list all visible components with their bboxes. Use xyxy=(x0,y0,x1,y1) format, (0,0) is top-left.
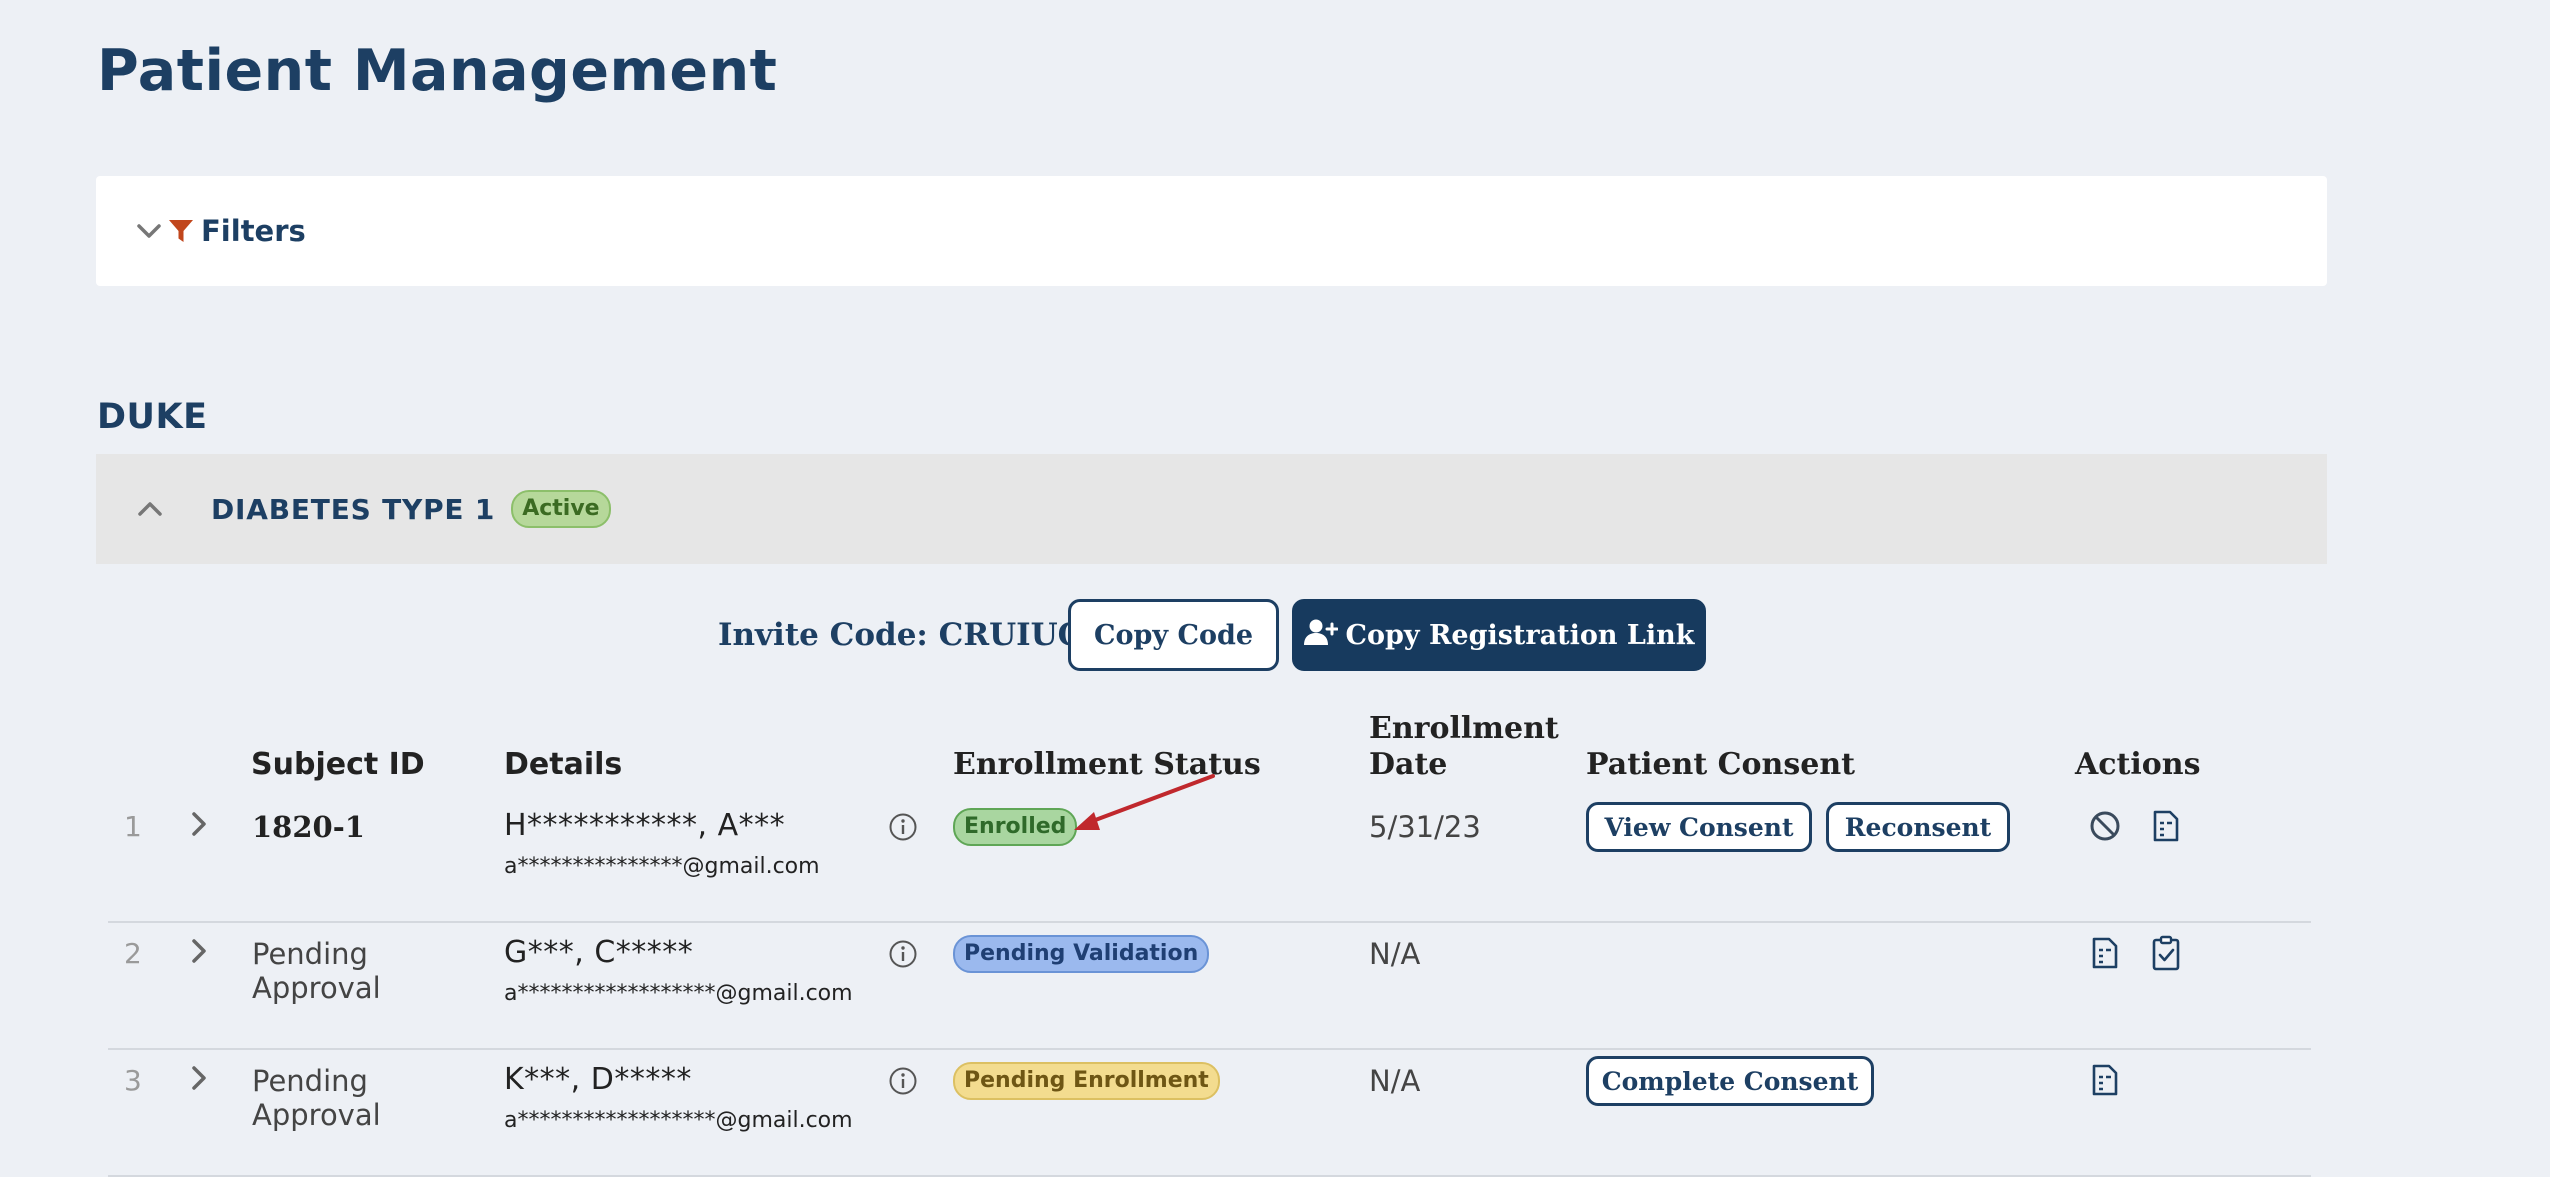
table-row: 1 1820-1 H***********, A*** a***********… xyxy=(108,774,2311,923)
invite-code-label: Invite Code: CRUIUO xyxy=(718,617,1085,653)
copy-code-button[interactable]: Copy Code xyxy=(1068,599,1279,671)
subject-id-line2: Approval xyxy=(252,1098,381,1132)
copy-registration-link-label: Copy Registration Link xyxy=(1345,619,1695,651)
annotation-arrow-icon xyxy=(1074,774,1215,830)
info-icon[interactable] xyxy=(888,1066,918,1096)
header-actions: Actions xyxy=(2075,747,2201,782)
chevron-up-icon[interactable] xyxy=(134,493,166,525)
chevron-right-icon[interactable] xyxy=(184,1060,214,1096)
enrollment-status: Pending Enrollment xyxy=(953,1062,1220,1100)
table-row: 3 Pending Approval K***, D***** a*******… xyxy=(108,1048,2311,1177)
row-number: 3 xyxy=(124,1064,142,1097)
subject-id: 1820-1 xyxy=(252,810,365,844)
info-icon[interactable] xyxy=(888,939,918,969)
reconsent-button[interactable]: Reconsent xyxy=(1826,802,2010,852)
document-icon[interactable] xyxy=(2087,933,2123,973)
header-enrollment-date[interactable]: Enrollment Date xyxy=(1369,711,1559,783)
row-number: 1 xyxy=(124,810,142,843)
filters-label[interactable]: Filters xyxy=(201,214,306,248)
subject-id-line2: Approval xyxy=(252,971,381,1005)
info-icon[interactable] xyxy=(888,812,918,842)
patient-email: a******************@gmail.com xyxy=(504,1108,853,1133)
patient-name: K***, D***** xyxy=(504,1062,692,1097)
patient-name: G***, C***** xyxy=(504,935,694,970)
row-number: 2 xyxy=(124,937,142,970)
patient-name: H***********, A*** xyxy=(504,808,786,843)
enrollment-status: Enrolled xyxy=(953,808,1078,846)
program-status-badge: Active xyxy=(511,490,611,528)
chevron-right-icon[interactable] xyxy=(184,933,214,969)
funnel-icon xyxy=(167,217,195,245)
status-badge: Pending Validation xyxy=(953,935,1210,973)
enrollment-date: N/A xyxy=(1369,1064,1421,1098)
status-badge: Pending Enrollment xyxy=(953,1062,1220,1100)
document-icon[interactable] xyxy=(2148,806,2184,846)
user-plus-icon xyxy=(1303,618,1346,653)
enrollment-date: 5/31/23 xyxy=(1369,810,1481,844)
enrollment-date: N/A xyxy=(1369,937,1421,971)
subject-id-line1: Pending xyxy=(252,937,368,971)
status-badge: Enrolled xyxy=(953,808,1078,846)
program-name: DIABETES TYPE 1 xyxy=(211,492,496,526)
document-icon[interactable] xyxy=(2087,1060,2123,1100)
header-details: Details xyxy=(504,747,623,782)
site-title: DUKE xyxy=(97,397,208,437)
complete-consent-button[interactable]: Complete Consent xyxy=(1586,1056,1874,1106)
header-enrollment-date-line1: Enrollment xyxy=(1369,711,1559,746)
header-patient-consent: Patient Consent xyxy=(1586,747,1855,782)
table-row: 2 Pending Approval G***, C***** a*******… xyxy=(108,921,2311,1050)
ban-icon[interactable] xyxy=(2087,806,2123,846)
header-enrollment-date-line2: Date xyxy=(1369,747,1448,782)
copy-registration-link-button[interactable]: Copy Registration Link xyxy=(1292,599,1706,671)
patient-email: a***************@gmail.com xyxy=(504,854,820,879)
enrollment-status: Pending Validation xyxy=(953,935,1210,973)
subject-id-line1: Pending xyxy=(252,1064,368,1098)
patient-email: a******************@gmail.com xyxy=(504,981,853,1006)
page-title: Patient Management xyxy=(97,38,778,104)
chevron-right-icon[interactable] xyxy=(184,806,214,842)
program-accordion-header[interactable]: DIABETES TYPE 1 Active xyxy=(96,454,2327,564)
view-consent-button[interactable]: View Consent xyxy=(1586,802,1812,852)
filters-panel[interactable]: Filters xyxy=(96,176,2327,286)
subject-id: Pending Approval xyxy=(252,937,452,1005)
clipboard-check-icon[interactable] xyxy=(2148,933,2184,973)
subject-id: Pending Approval xyxy=(252,1064,452,1132)
chevron-down-icon[interactable] xyxy=(134,216,164,246)
header-subject-id[interactable]: Subject ID xyxy=(251,747,425,783)
invite-row: Invite Code: CRUIUO Copy Code Copy Regis… xyxy=(0,599,2550,671)
